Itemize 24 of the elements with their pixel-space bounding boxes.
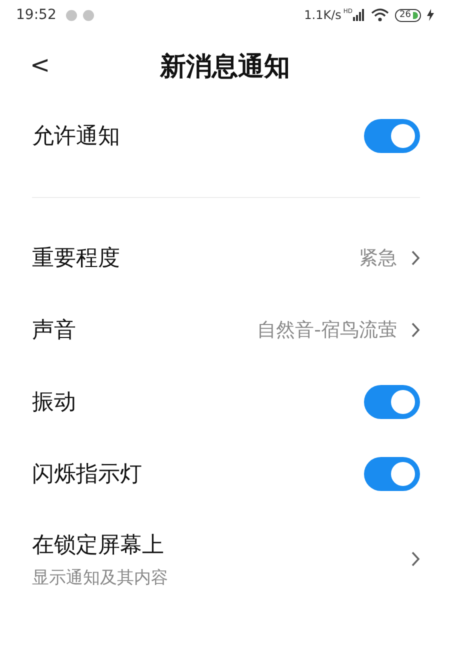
setting-label: 声音 [32, 317, 76, 345]
chevron-right-icon[interactable] [411, 551, 420, 567]
status-time: 19:52 [16, 7, 56, 23]
setting-label: 振动 [32, 389, 76, 417]
page-title: 新消息通知 [160, 50, 290, 84]
setting-label: 重要程度 [32, 245, 120, 273]
notification-dot-icon [66, 10, 78, 20]
setting-label: 闪烁指示灯 [32, 461, 142, 489]
setting-value: 自然音-宿鸟流萤 [257, 318, 397, 343]
wifi-icon [370, 8, 389, 22]
battery-indicator: 26 [394, 8, 421, 22]
toggle-switch[interactable] [364, 457, 420, 491]
toggle-switch[interactable] [364, 119, 420, 153]
network-speed: 1.1K/s [304, 8, 342, 22]
setting-label: 允许通知 [32, 123, 120, 151]
notification-dot-icon [83, 10, 94, 20]
setting-value: 紧急 [359, 246, 397, 271]
signal-icon [352, 9, 365, 21]
setting-description: 显示通知及其内容 [32, 566, 168, 588]
chevron-right-icon[interactable] [411, 250, 420, 266]
toggle-switch[interactable] [364, 385, 420, 419]
chevron-right-icon[interactable] [411, 322, 420, 338]
setting-label: 在锁定屏幕上 [32, 532, 165, 560]
back-button[interactable]: < [22, 49, 58, 81]
